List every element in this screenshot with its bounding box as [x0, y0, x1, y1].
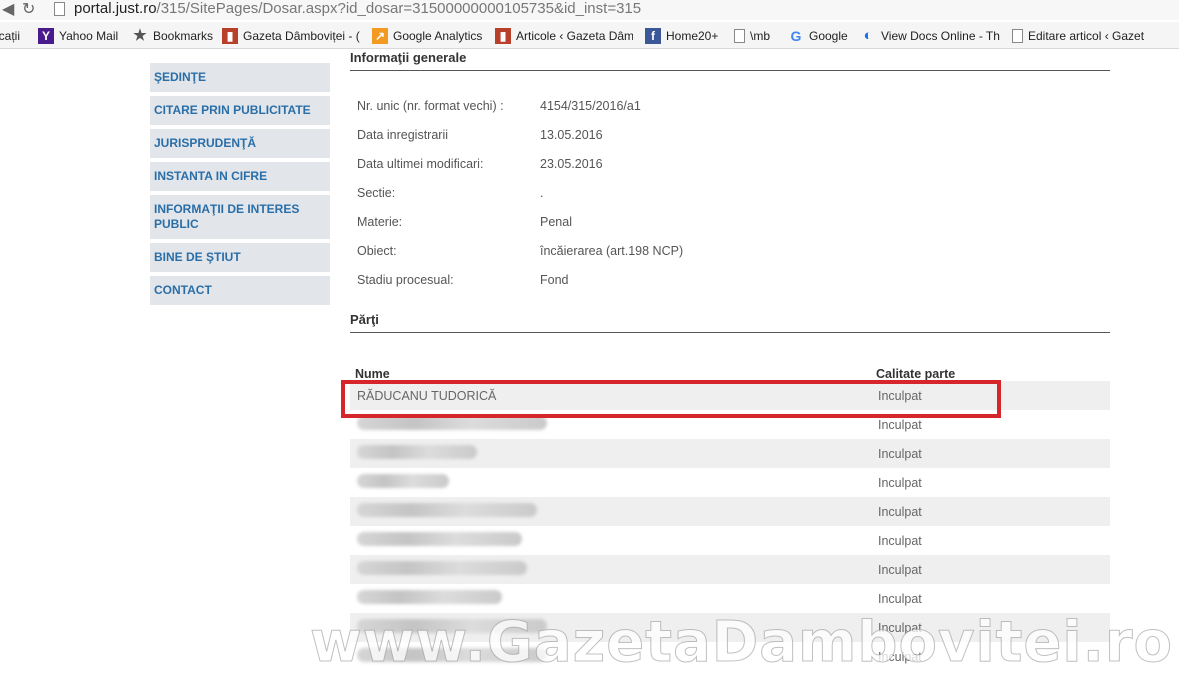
table-row: Inculpat — [350, 584, 1110, 613]
party-role: Inculpat — [878, 446, 922, 461]
sidebar-item-informatii-de-interes-public[interactable]: INFORMAŢII DE INTERES PUBLIC — [150, 195, 330, 239]
facebook-icon: f — [645, 27, 661, 44]
bookmark-bookmarks[interactable]: ★ Bookmarks — [132, 22, 220, 49]
info-label: Stadiu procesual: — [357, 272, 454, 287]
sidebar-item-instanta-in-cifre[interactable]: INSTANTA IN CIFRE — [150, 162, 330, 191]
bookmark-label: Gazeta Dâmboviței - ( — [243, 28, 360, 43]
column-header-nume: Nume — [355, 367, 390, 381]
sidebar-item-citare-prin-publicitate[interactable]: CITARE PRIN PUBLICITATE — [150, 96, 330, 125]
highlight-box — [341, 380, 1001, 418]
party-name-blurred — [350, 474, 878, 491]
browser-url-bar: ◀ ↻ portal.just.ro/315/SitePages/Dosar.a… — [0, 0, 1179, 20]
gazeta-icon: ▮ — [222, 27, 238, 44]
analytics-icon: ↗ — [372, 27, 388, 44]
info-value: 4154/315/2016/a1 — [540, 98, 641, 113]
google-icon: G — [790, 27, 802, 44]
sidebar-item-contact[interactable]: CONTACT — [150, 276, 330, 305]
parties-table-header: Nume Calitate parte — [350, 361, 1110, 381]
info-label: Sectie: — [357, 185, 396, 200]
address-field[interactable]: portal.just.ro/315/SitePages/Dosar.aspx?… — [74, 0, 641, 18]
column-header-calitate-parte: Calitate parte — [876, 367, 956, 381]
party-role: Inculpat — [878, 533, 922, 548]
info-row-materie: Materie: Penal — [350, 207, 1110, 236]
info-row-nr-unic: Nr. unic (nr. format vechi) : 4154/315/2… — [350, 91, 1110, 120]
bookmark-label: Home20+ — [666, 28, 719, 43]
table-row: Inculpat — [350, 439, 1110, 468]
general-info-title: Informaţii generale — [350, 50, 1110, 71]
sidebar-menu: ŞEDINŢE CITARE PRIN PUBLICITATE JURISPRU… — [150, 63, 330, 309]
bookmark-yahoo-mail[interactable]: Y Yahoo Mail — [38, 22, 128, 49]
party-role: Inculpat — [878, 504, 922, 519]
bookmark-mb[interactable]: \mb — [734, 22, 784, 49]
info-row-sectie: Sectie: . — [350, 178, 1110, 207]
party-name-blurred — [350, 590, 878, 607]
sidebar-item-jurisprudenta[interactable]: JURISPRUDENŢĂ — [150, 129, 330, 158]
table-row: Inculpat — [350, 468, 1110, 497]
table-row: Inculpat — [350, 526, 1110, 555]
bookmarks-bar: icații Y Yahoo Mail ★ Bookmarks ▮ Gazeta Dâ… — [0, 22, 1179, 49]
bookmark-label: Editare articol ‹ Gazet — [1028, 28, 1145, 43]
bookmark-view-docs[interactable]: ◐ View Docs Online - Th — [860, 22, 1000, 49]
info-label: Data ultimei modificari: — [357, 156, 484, 171]
bookmark-label: Yahoo Mail — [59, 28, 119, 43]
case-details: Informaţii generale Nr. unic (nr. format… — [350, 50, 1110, 671]
info-value: 13.05.2016 — [540, 127, 603, 142]
watermark: www.GazetaDambovitei.ro — [310, 610, 1173, 675]
bookmark-google-analytics[interactable]: ↗ Google Analytics — [372, 22, 488, 49]
bookmark-label: Bookmarks — [153, 28, 214, 43]
bookmark-label: icații — [0, 28, 21, 43]
back-arrow-icon[interactable]: ◀ — [2, 0, 14, 18]
star-icon: ★ — [133, 26, 147, 44]
bookmark-articole[interactable]: ▮ Articole ‹ Gazeta Dâm — [495, 22, 633, 49]
page-icon — [1012, 28, 1023, 43]
parti-title: Părţi — [350, 312, 1110, 333]
url-host: portal.just.ro — [74, 0, 157, 17]
info-value: încăierarea (art.198 NCP) — [540, 243, 684, 258]
url-path: /315/SitePages/Dosar.aspx?id_dosar=31500… — [156, 0, 642, 17]
table-row: Inculpat — [350, 555, 1110, 584]
party-name-blurred — [350, 445, 878, 462]
party-role: Inculpat — [878, 591, 922, 606]
yahoo-icon: Y — [38, 27, 54, 44]
bookmark-label: \mb — [750, 28, 771, 43]
info-label: Data inregistrarii — [357, 127, 449, 142]
bookmark-google[interactable]: G Google — [788, 22, 852, 49]
info-label: Obiect: — [357, 243, 397, 258]
party-name-blurred — [350, 503, 878, 520]
info-value: 23.05.2016 — [540, 156, 603, 171]
info-row-data-inregistrarii: Data inregistrarii 13.05.2016 — [350, 120, 1110, 149]
page-icon — [734, 28, 745, 43]
bookmark-gazeta[interactable]: ▮ Gazeta Dâmboviței - ( — [222, 22, 364, 49]
info-row-data-ultimei-modificari: Data ultimei modificari: 23.05.2016 — [350, 149, 1110, 178]
sidebar-item-bine-de-stiut[interactable]: BINE DE ŞTIUT — [150, 243, 330, 272]
info-row-stadiu-procesual: Stadiu procesual: Fond — [350, 265, 1110, 294]
bookmark-editare-articol[interactable]: Editare articol ‹ Gazet — [1012, 22, 1176, 49]
party-role: Inculpat — [878, 562, 922, 577]
info-value: Penal — [540, 214, 572, 229]
bookmark-apps[interactable]: icații — [0, 22, 30, 49]
bookmark-label: View Docs Online - Th — [881, 28, 1000, 43]
bookmark-label: Google Analytics — [393, 28, 483, 43]
info-value: . — [540, 185, 544, 200]
party-role: Inculpat — [878, 417, 922, 432]
bookmark-label: Google — [809, 28, 848, 43]
general-info-table: Nr. unic (nr. format vechi) : 4154/315/2… — [350, 91, 1110, 294]
page-icon — [54, 2, 65, 16]
info-label: Materie: — [357, 214, 403, 229]
party-name-blurred — [350, 561, 878, 578]
info-row-obiect: Obiect: încăierarea (art.198 NCP) — [350, 236, 1110, 265]
viewdocs-icon: ◐ — [863, 26, 873, 44]
party-role: Inculpat — [878, 475, 922, 490]
bookmark-label: Articole ‹ Gazeta Dâm — [516, 28, 633, 43]
gazeta-icon: ▮ — [495, 27, 511, 44]
party-name-blurred — [350, 532, 878, 549]
table-row: Inculpat — [350, 497, 1110, 526]
info-label: Nr. unic (nr. format vechi) : — [357, 98, 504, 113]
party-name-blurred — [350, 416, 878, 433]
sidebar-item-sedinte[interactable]: ŞEDINŢE — [150, 63, 330, 92]
reload-icon[interactable]: ↻ — [22, 0, 35, 18]
bookmark-home20[interactable]: f Home20+ — [645, 22, 725, 49]
info-value: Fond — [540, 272, 569, 287]
